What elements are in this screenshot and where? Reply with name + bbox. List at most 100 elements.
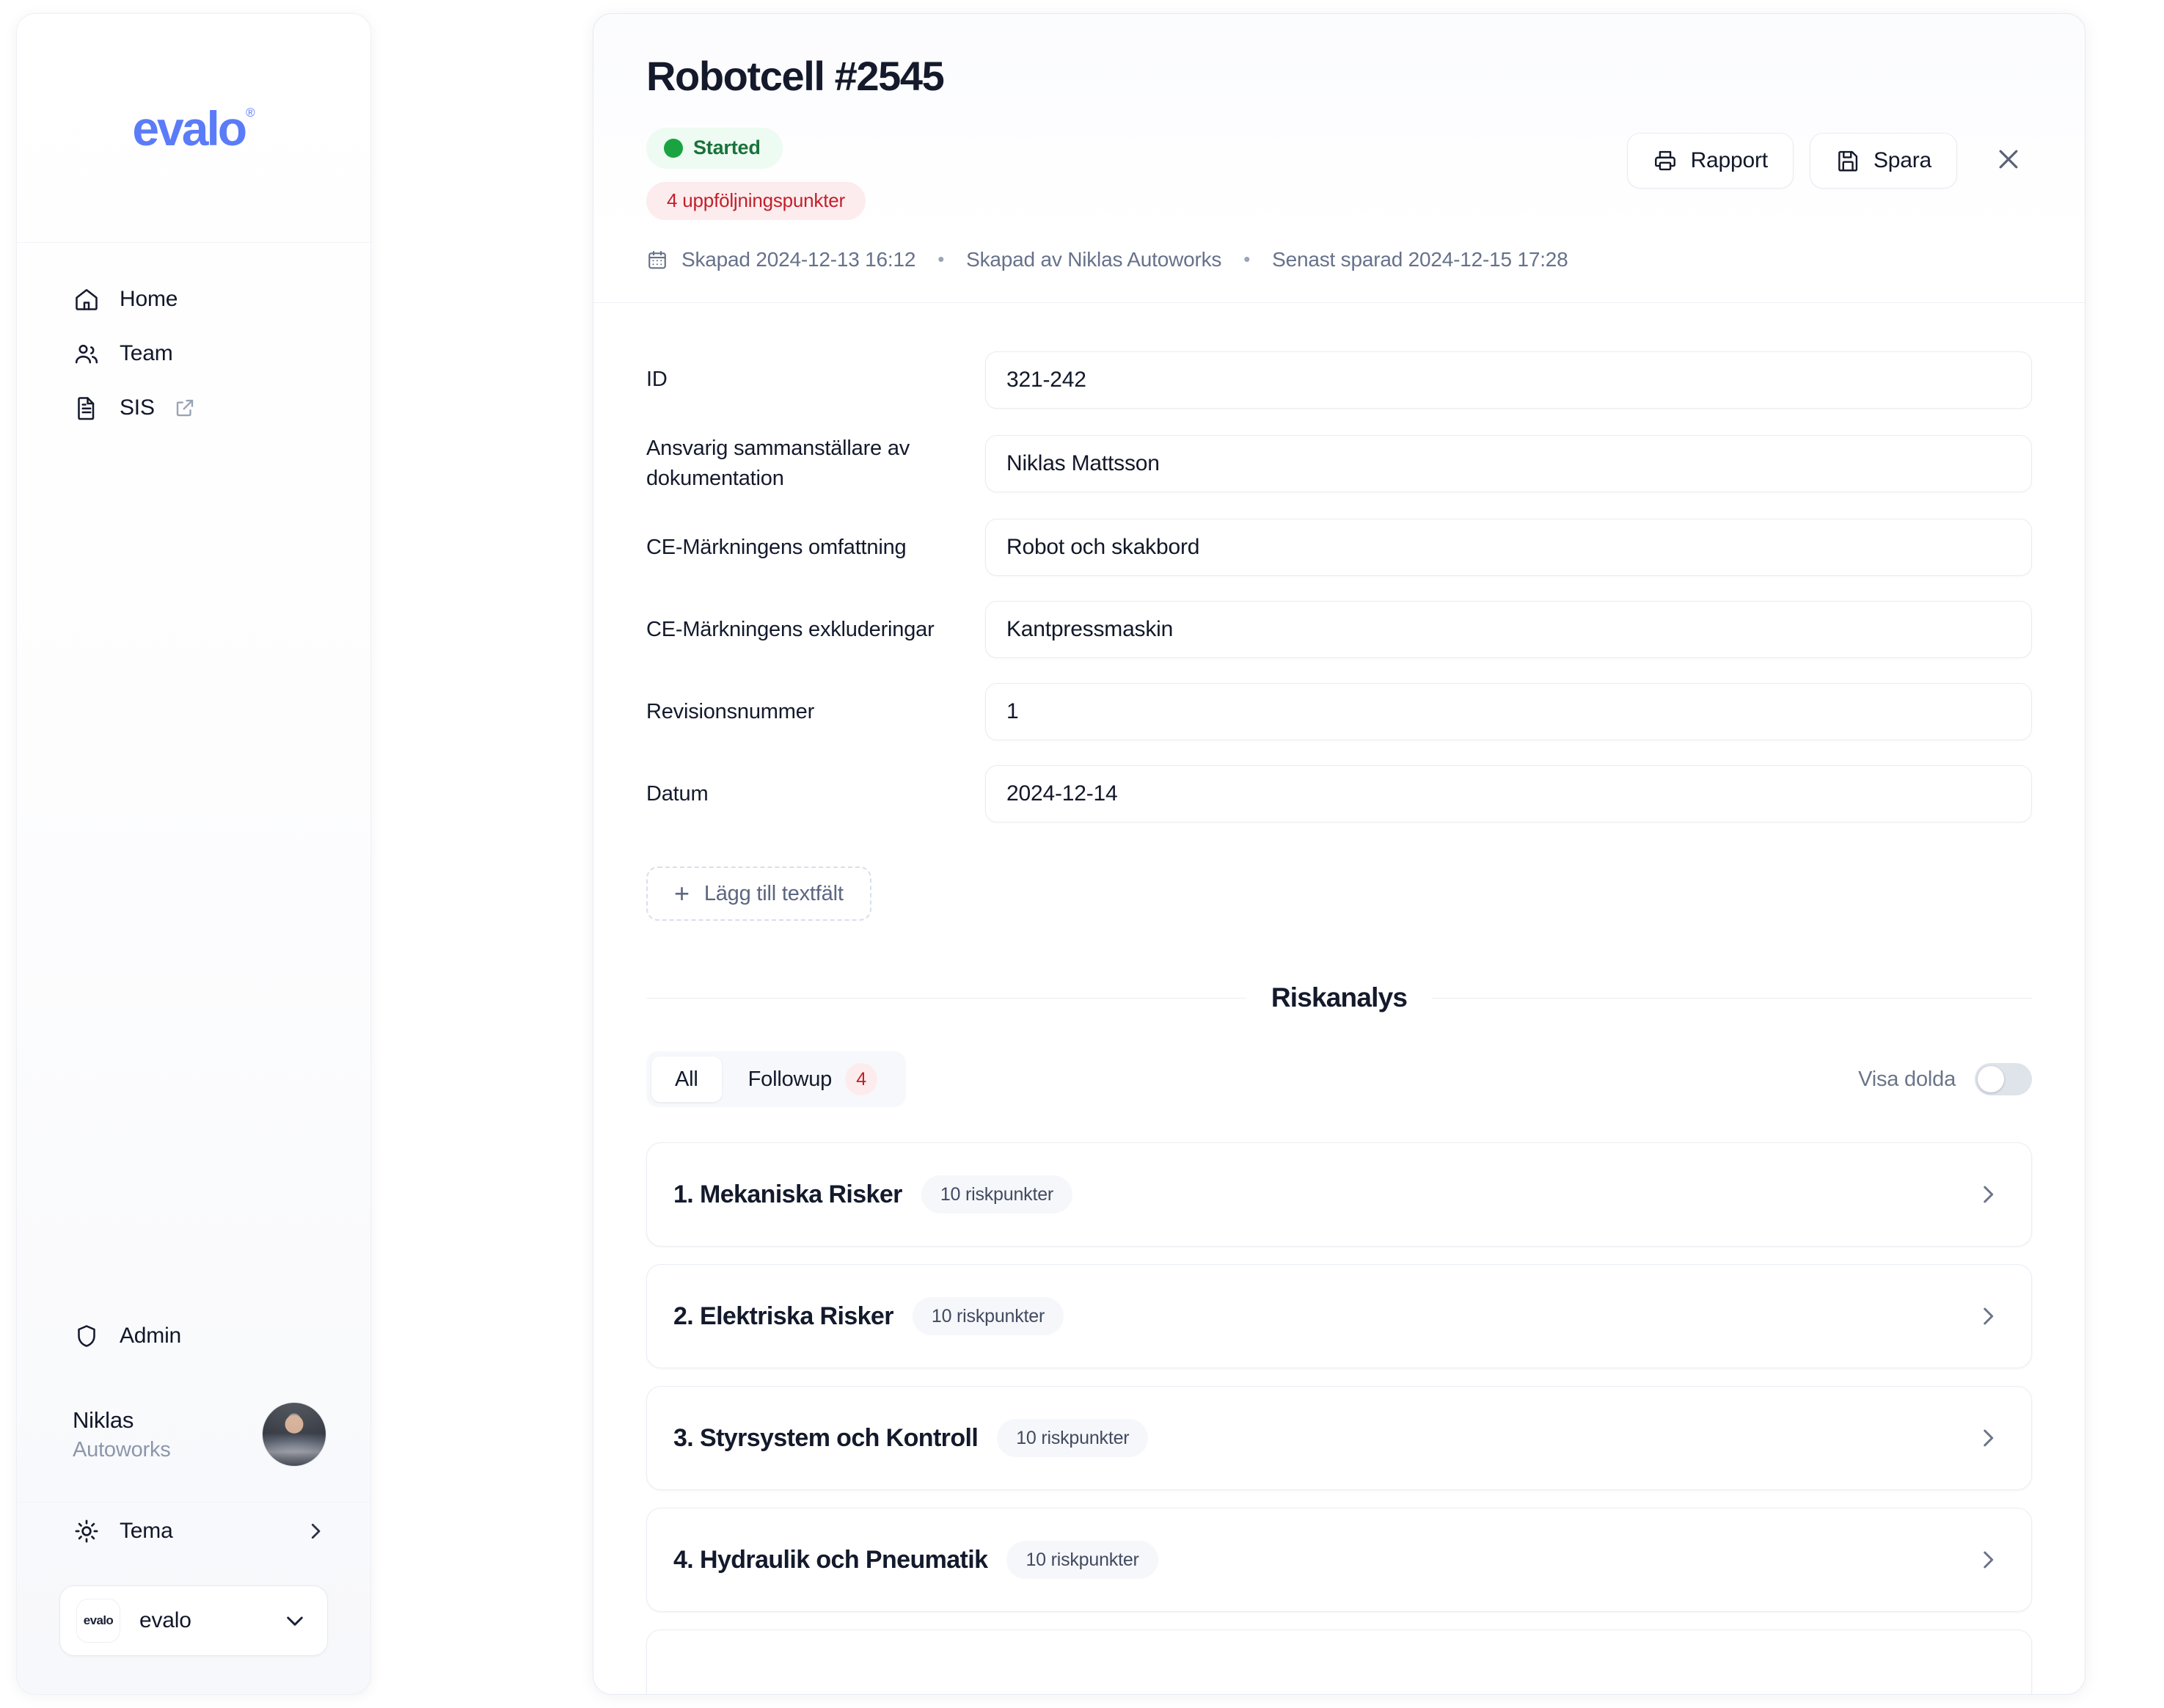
risk-category-count: 10 riskpunkter (912, 1297, 1064, 1336)
external-link-icon (174, 397, 196, 419)
tabs-row: All Followup 4 Visa dolda (646, 1051, 2032, 1108)
risk-category-row-partial[interactable] (646, 1629, 2032, 1694)
sidebar-item-home[interactable]: Home (17, 272, 370, 326)
org-switcher[interactable]: evalo evalo (59, 1585, 328, 1656)
section-title: Riskanalys (1271, 982, 1408, 1013)
metadata-created: Skapad 2024-12-13 16:12 (681, 247, 916, 271)
panel-header: Robotcell #2545 Rapport Spara Started 4 … (593, 14, 2085, 303)
sidebar: evalo ® Home Team SIS Admin Niklas Autow… (16, 13, 371, 1695)
sidebar-item-team[interactable]: Team (17, 326, 370, 381)
form-row-id: ID 321-242 (646, 351, 2032, 409)
ce-exclusions-field[interactable]: Kantpressmaskin (985, 601, 2032, 659)
org-switcher-label: evalo (139, 1608, 191, 1632)
close-icon (1994, 145, 2023, 178)
chevron-right-icon (1975, 1547, 2000, 1572)
responsible-field[interactable]: Niklas Mattsson (985, 434, 2032, 492)
user-profile[interactable]: Niklas Autoworks (17, 1364, 370, 1502)
close-button[interactable] (1982, 134, 2035, 187)
risk-category-list: 1. Mekaniska Risker 10 riskpunkter 2. El… (646, 1142, 2032, 1694)
form-row-responsible: Ansvarig sammanställare av dokumentation… (646, 434, 2032, 494)
tab-group: All Followup 4 (646, 1051, 907, 1108)
sidebar-item-admin[interactable]: Admin (17, 1308, 370, 1364)
home-icon (73, 285, 100, 313)
field-label: ID (646, 368, 668, 392)
risk-category-row[interactable]: 2. Elektriska Risker 10 riskpunkter (646, 1264, 2032, 1369)
detail-form: ID 321-242 Ansvarig sammanställare av do… (593, 303, 2085, 921)
metadata-separator: • (1243, 248, 1251, 271)
sidebar-item-sis[interactable]: SIS (17, 381, 370, 435)
divider-left (646, 997, 1246, 999)
status-dot-icon (664, 138, 683, 158)
form-row-ce-exclusions: CE-Märkningens exkluderingar Kantpressma… (646, 601, 2032, 659)
toggle-knob (1978, 1066, 2004, 1093)
registered-mark: ® (246, 105, 255, 120)
risk-category-row[interactable]: 1. Mekaniska Risker 10 riskpunkter (646, 1142, 2032, 1247)
chevron-right-icon (1975, 1304, 2000, 1329)
id-field[interactable]: 321-242 (985, 351, 2032, 409)
sidebar-logo[interactable]: evalo ® (17, 14, 370, 243)
revision-field[interactable]: 1 (985, 683, 2032, 741)
sidebar-item-theme[interactable]: Tema (17, 1502, 370, 1559)
status-badge: Started (646, 127, 783, 169)
date-field[interactable]: 2024-12-14 (985, 765, 2032, 823)
ce-scope-field[interactable]: Robot och skakbord (985, 519, 2032, 577)
risk-category-row[interactable]: 3. Styrsystem och Kontroll 10 riskpunkte… (646, 1386, 2032, 1491)
user-name: Niklas (73, 1406, 134, 1433)
sidebar-item-label: SIS (120, 395, 155, 420)
main-panel: Robotcell #2545 Rapport Spara Started 4 … (593, 13, 2086, 1695)
tab-followup[interactable]: Followup 4 (725, 1056, 901, 1102)
tab-followup-badge: 4 (845, 1063, 878, 1096)
risk-category-count: 10 riskpunkter (1006, 1541, 1158, 1580)
save-button[interactable]: Spara (1809, 133, 1957, 189)
document-icon (73, 394, 100, 422)
logo-text: evalo (132, 101, 247, 156)
risk-category-title: 1. Mekaniska Risker (673, 1180, 902, 1208)
tab-all[interactable]: All (651, 1056, 722, 1103)
add-text-field-button[interactable]: + Lägg till textfält (646, 866, 871, 921)
field-label: CE-Märkningens omfattning (646, 535, 907, 559)
risk-category-title: 3. Styrsystem och Kontroll (673, 1423, 979, 1452)
show-hidden-control: Visa dolda (1858, 1063, 2032, 1096)
followup-badge: 4 uppföljningspunkter (646, 181, 866, 220)
save-icon (1835, 148, 1860, 173)
sidebar-item-label: Admin (120, 1324, 182, 1348)
calendar-icon (646, 249, 668, 271)
chevron-down-icon (283, 1609, 307, 1632)
report-button[interactable]: Rapport (1626, 133, 1794, 189)
risk-category-count: 10 riskpunkter (921, 1175, 1073, 1214)
status-badge-label: Started (693, 136, 761, 159)
risk-category-title: 2. Elektriska Risker (673, 1302, 893, 1330)
page-title: Robotcell #2545 (646, 53, 945, 99)
org-logo-text: evalo (83, 1613, 114, 1627)
divider-right (1432, 997, 2033, 999)
report-button-label: Rapport (1690, 148, 1769, 172)
chevron-right-icon (1975, 1182, 2000, 1207)
sidebar-item-label: Home (120, 287, 178, 311)
header-divider (593, 302, 2085, 303)
users-icon (73, 340, 100, 368)
show-hidden-toggle[interactable] (1975, 1063, 2032, 1096)
form-row-date: Datum 2024-12-14 (646, 765, 2032, 823)
field-label: Ansvarig sammanställare av dokumentation (646, 436, 910, 490)
metadata-created-by: Skapad av Niklas Autoworks (966, 247, 1222, 271)
user-org: Autoworks (73, 1437, 171, 1461)
tab-followup-label: Followup (747, 1067, 833, 1091)
org-logo-icon: evalo (76, 1599, 120, 1643)
save-button-label: Spara (1873, 148, 1931, 172)
avatar[interactable] (262, 1402, 326, 1467)
section-title-row: Riskanalys (646, 982, 2033, 1013)
field-label: Datum (646, 781, 709, 806)
sun-icon (73, 1517, 100, 1545)
risk-category-count: 10 riskpunkter (997, 1419, 1149, 1458)
form-row-revision: Revisionsnummer 1 (646, 683, 2032, 741)
metadata-separator: • (937, 248, 945, 271)
risk-category-row[interactable]: 4. Hydraulik och Pneumatik 10 riskpunkte… (646, 1508, 2032, 1613)
plus-icon: + (674, 878, 690, 909)
sidebar-item-label: Team (120, 341, 173, 365)
followup-badge-label: 4 uppföljningspunkter (667, 189, 845, 212)
chevron-right-icon (1975, 1426, 2000, 1450)
risk-category-title: 4. Hydraulik och Pneumatik (673, 1545, 988, 1574)
show-hidden-label: Visa dolda (1858, 1067, 1956, 1091)
printer-icon (1653, 148, 1678, 173)
